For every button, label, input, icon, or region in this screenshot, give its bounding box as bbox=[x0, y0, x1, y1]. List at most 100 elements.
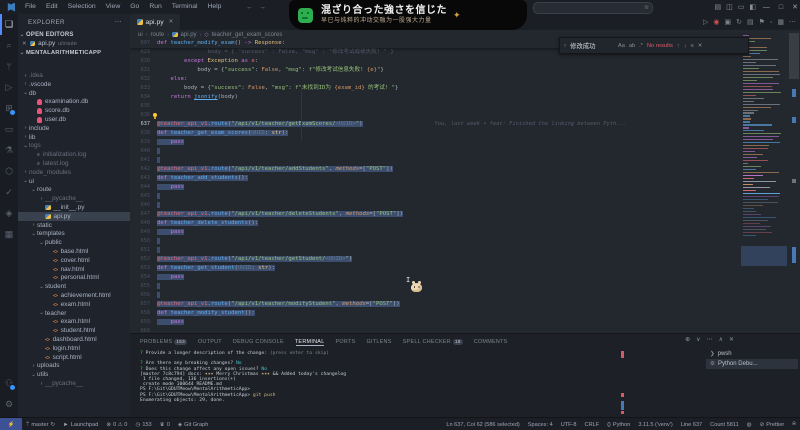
close-button[interactable]: ✕ bbox=[792, 3, 798, 11]
find-in-selection-icon[interactable]: ≡ bbox=[691, 43, 694, 49]
terminal-instance-pwsh[interactable]: ❯pwsh bbox=[706, 349, 798, 359]
tree-item-personal-html[interactable]: <>personal.html bbox=[18, 273, 130, 282]
code-line[interactable]: 639 pass bbox=[130, 138, 740, 147]
panel-tab-gitlens[interactable]: GITLENS bbox=[366, 339, 391, 345]
terminal-instance-python-debug[interactable]: ⚙Python Debu... bbox=[706, 359, 798, 369]
tree-item-utils[interactable]: ⌄utils bbox=[18, 370, 130, 379]
tab-close-icon[interactable]: ✕ bbox=[169, 19, 174, 25]
editor-scrollbar[interactable] bbox=[788, 33, 800, 333]
breadcrumb-item[interactable]: ui bbox=[138, 32, 143, 38]
activity-remote-explorer[interactable]: ▭ bbox=[0, 119, 18, 140]
status-crown[interactable]: ♛0 bbox=[156, 418, 174, 430]
code-line[interactable]: 645 bbox=[130, 192, 740, 201]
code-line[interactable]: 647@teacher_api_v1.route("/api/v1/teache… bbox=[130, 210, 740, 219]
code-line[interactable]: 655 bbox=[130, 282, 740, 291]
nav-forward-icon[interactable]: → bbox=[259, 4, 266, 11]
code-line[interactable]: 641 bbox=[130, 156, 740, 165]
code-line[interactable]: 649 pass bbox=[130, 228, 740, 237]
code-line[interactable]: 659 pass bbox=[130, 318, 740, 327]
tree-item-route[interactable]: ⌄route bbox=[18, 185, 130, 194]
editor-action-icon[interactable]: ◦ bbox=[770, 19, 772, 26]
status-git-graph[interactable]: ◈Git Graph bbox=[174, 418, 213, 430]
panel-tab-spell-checker[interactable]: SPELL CHECKER18 bbox=[403, 339, 463, 345]
code-line[interactable]: 650 bbox=[130, 237, 740, 246]
tree-item--init-py[interactable]: __init__.py bbox=[18, 203, 130, 212]
tree-item-achievement-html[interactable]: <>achievement.html bbox=[18, 291, 130, 300]
tree-item-student[interactable]: ⌄student bbox=[18, 282, 130, 291]
tree-item-latest-log[interactable]: ≡latest.log bbox=[18, 159, 130, 168]
status-line-count[interactable]: Line 637 bbox=[677, 418, 706, 430]
status-problems[interactable]: ⊗0 ⚠ 0 bbox=[102, 418, 131, 430]
activity-source-control[interactable]: ᛘ bbox=[0, 56, 18, 77]
status-eol[interactable]: CRLF bbox=[581, 418, 604, 430]
find-widget[interactable]: › 修改成功 Aa ab .* No results ↑ ↓ ≡ ✕ bbox=[559, 37, 749, 54]
tree-item-nav-html[interactable]: <>nav.html bbox=[18, 265, 130, 274]
terminal-action-icon[interactable]: ∧ bbox=[719, 336, 723, 343]
code-editor[interactable]: 607def teacher_modify_exam() -> Response… bbox=[130, 39, 740, 333]
tree-item-include[interactable]: ›include bbox=[18, 124, 130, 133]
status-remote[interactable]: ⚡ bbox=[0, 418, 22, 430]
tree-item-teacher[interactable]: ⌄teacher bbox=[18, 309, 130, 318]
breadcrumb-item[interactable]: api.py bbox=[181, 32, 197, 38]
menu-terminal[interactable]: Terminal bbox=[167, 0, 203, 14]
editor-action-icon[interactable]: ⋯ bbox=[789, 18, 796, 26]
editor-action-icon[interactable]: ↻ bbox=[736, 18, 742, 26]
panel-tab-problems[interactable]: PROBLEMS153 bbox=[140, 339, 187, 345]
tree-item-templates[interactable]: ⌄templates bbox=[18, 229, 130, 238]
tree-item-initialization-log[interactable]: ≡initialization.log bbox=[18, 150, 130, 159]
activity-search[interactable]: ⌕ bbox=[0, 35, 18, 56]
tree-item--pycache-[interactable]: ›__pycache__ bbox=[18, 194, 130, 203]
project-root-header[interactable]: ⌄MENTALARITHMETICAPP bbox=[18, 48, 130, 57]
tree-item-lib[interactable]: ›lib bbox=[18, 133, 130, 142]
status-extension-status[interactable]: ◍ bbox=[743, 418, 756, 430]
editor-action-icon[interactable]: ⚑ bbox=[759, 18, 765, 26]
status-branch[interactable]: ᛘmaster↻ bbox=[22, 418, 59, 430]
tree-item-logs[interactable]: ⌄logs bbox=[18, 141, 130, 150]
tree-item-exam-html[interactable]: <>exam.html bbox=[18, 300, 130, 309]
status-encoding[interactable]: UTF-8 bbox=[557, 418, 581, 430]
activity-run-debug[interactable]: ▷ bbox=[0, 77, 18, 98]
panel-tab-terminal[interactable]: TERMINAL bbox=[295, 339, 325, 345]
command-center[interactable]: ≋ bbox=[533, 2, 653, 14]
tree-item-cover-html[interactable]: <>cover.html bbox=[18, 256, 130, 265]
whole-word-icon[interactable]: ab bbox=[629, 43, 635, 49]
tree-item-user-db[interactable]: user.db bbox=[18, 115, 130, 124]
tree-item-node-modules[interactable]: ›node_modules bbox=[18, 168, 130, 177]
open-editor-item[interactable]: ✕ api.py ui\route bbox=[18, 39, 130, 48]
explorer-more-icon[interactable]: ⋯ bbox=[115, 18, 122, 26]
menu-go[interactable]: Go bbox=[125, 0, 144, 14]
find-next-icon[interactable]: ↓ bbox=[684, 43, 687, 49]
terminal-action-icon[interactable]: ⋯ bbox=[707, 336, 713, 343]
code-line[interactable]: 648def teacher_delete_students(): bbox=[130, 219, 740, 228]
find-input[interactable]: 修改成功 bbox=[570, 41, 614, 50]
activity-explorer[interactable]: ❏ bbox=[0, 14, 18, 35]
status-notifications-bell[interactable]: ⍾ bbox=[788, 418, 800, 430]
code-line[interactable]: 651 bbox=[130, 246, 740, 255]
code-line[interactable]: 646 bbox=[130, 201, 740, 210]
regex-icon[interactable]: .* bbox=[639, 43, 643, 49]
activity-packages[interactable]: ⬡ bbox=[0, 161, 18, 182]
tree-item-public[interactable]: ⌄public bbox=[18, 238, 130, 247]
status-language-mode[interactable]: {}Python bbox=[603, 418, 634, 430]
layout-toggle-icon[interactable]: ▤ bbox=[715, 3, 722, 11]
tree-item-login-html[interactable]: <>login.html bbox=[18, 344, 130, 353]
code-line[interactable]: 633 body = {"success": False, "msg": f"未… bbox=[130, 84, 740, 93]
editor-action-icon[interactable]: ▷ bbox=[703, 18, 708, 26]
code-line[interactable]: 653def teacher_get_student(UUID: str): bbox=[130, 264, 740, 273]
code-line[interactable]: 642@teacher_api_v1.route("/api/v1/teache… bbox=[130, 165, 740, 174]
layout-toggle-icon[interactable]: ▭ bbox=[738, 3, 745, 11]
find-close-icon[interactable]: ✕ bbox=[698, 43, 703, 49]
activity-tasks[interactable]: ✓ bbox=[0, 182, 18, 203]
tree-item--vscode[interactable]: ›.vscode bbox=[18, 80, 130, 89]
code-line[interactable]: 637@teacher_api_v1.route("/api/v1/teache… bbox=[130, 120, 740, 129]
terminal-action-icon[interactable]: ∨ bbox=[696, 336, 700, 343]
tree-item-db[interactable]: ⌄db bbox=[18, 89, 130, 98]
code-line[interactable]: 632 else: bbox=[130, 75, 740, 84]
tree-item-uploads[interactable]: ›uploads bbox=[18, 361, 130, 370]
activity-settings[interactable]: ⚙ bbox=[0, 394, 18, 415]
status-indentation[interactable]: Spaces: 4 bbox=[524, 418, 557, 430]
code-line[interactable]: 640 bbox=[130, 147, 740, 156]
scrollbar-slider[interactable] bbox=[789, 33, 799, 79]
lightbulb-icon[interactable] bbox=[153, 113, 157, 117]
terminal-action-icon[interactable]: ⊕ bbox=[685, 336, 690, 343]
